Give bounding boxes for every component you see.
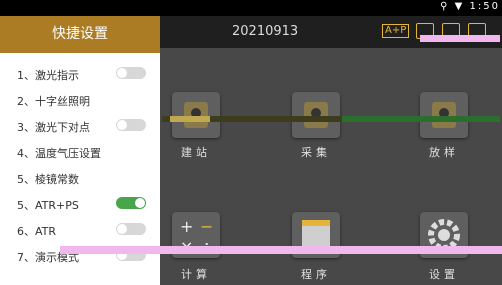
render-glitch-band: [162, 116, 500, 122]
tile-station-label: 建站: [181, 146, 211, 159]
status-icons: ⚲ ▼ 1:50: [440, 1, 500, 12]
render-glitch-pink-bottom: [60, 246, 502, 254]
atr-toggle[interactable]: [116, 223, 146, 235]
tile-calc-label: 计算: [181, 268, 211, 281]
stakeout-icon: [420, 92, 468, 138]
menu-item-prism-constant[interactable]: 5、棱镜常数: [17, 171, 79, 187]
location-icon: ⚲: [440, 1, 450, 12]
menu-item-atr[interactable]: 6、ATR: [17, 223, 56, 239]
toggle-knob: [117, 224, 127, 234]
menu-item-laser-pointer[interactable]: 1、激光指示: [17, 67, 79, 83]
collect-icon: [292, 92, 340, 138]
tile-stakeout-label: 放样: [429, 146, 459, 159]
quick-settings-panel: 快捷设置 1、激光指示 2、十字丝照明 3、激光下对点 4、温度气压设置 5、棱…: [0, 16, 160, 285]
svg-text:+: +: [180, 217, 193, 236]
glitch-segment: [342, 116, 500, 122]
tile-settings-label: 设置: [429, 268, 459, 281]
laser-plummet-toggle[interactable]: [116, 119, 146, 131]
tile-program-label: 程序: [301, 268, 331, 281]
glitch-segment: [170, 116, 210, 122]
project-title: 20210913: [232, 24, 299, 39]
atr-ps-toggle[interactable]: [116, 197, 146, 209]
quick-settings-title: 快捷设置: [0, 16, 160, 53]
top-bar: 20210913 A+P: [160, 16, 502, 48]
toggle-knob: [117, 120, 127, 130]
status-time: 1:50: [469, 1, 500, 12]
status-bar: ⚲ ▼ 1:50: [0, 0, 502, 16]
station-icon: [172, 92, 220, 138]
toggle-knob: [135, 198, 145, 208]
aplus-button[interactable]: A+P: [382, 24, 410, 38]
main-area: 20210913 A+P 建站 采集 放样 +−×÷ 计算 程序: [160, 16, 502, 285]
svg-text:−: −: [200, 217, 213, 236]
toggle-knob: [117, 68, 127, 78]
menu-item-temp-pressure[interactable]: 4、温度气压设置: [17, 145, 101, 161]
laser-pointer-toggle[interactable]: [116, 67, 146, 79]
render-glitch-pink-top: [420, 35, 500, 42]
tile-collect-label: 采集: [301, 146, 331, 159]
menu-item-laser-plummet[interactable]: 3、激光下对点: [17, 119, 90, 135]
wifi-icon: ▼: [454, 1, 465, 12]
menu-item-crosshair-light[interactable]: 2、十字丝照明: [17, 93, 90, 109]
menu-item-atr-ps[interactable]: 5、ATR+PS: [17, 197, 79, 213]
